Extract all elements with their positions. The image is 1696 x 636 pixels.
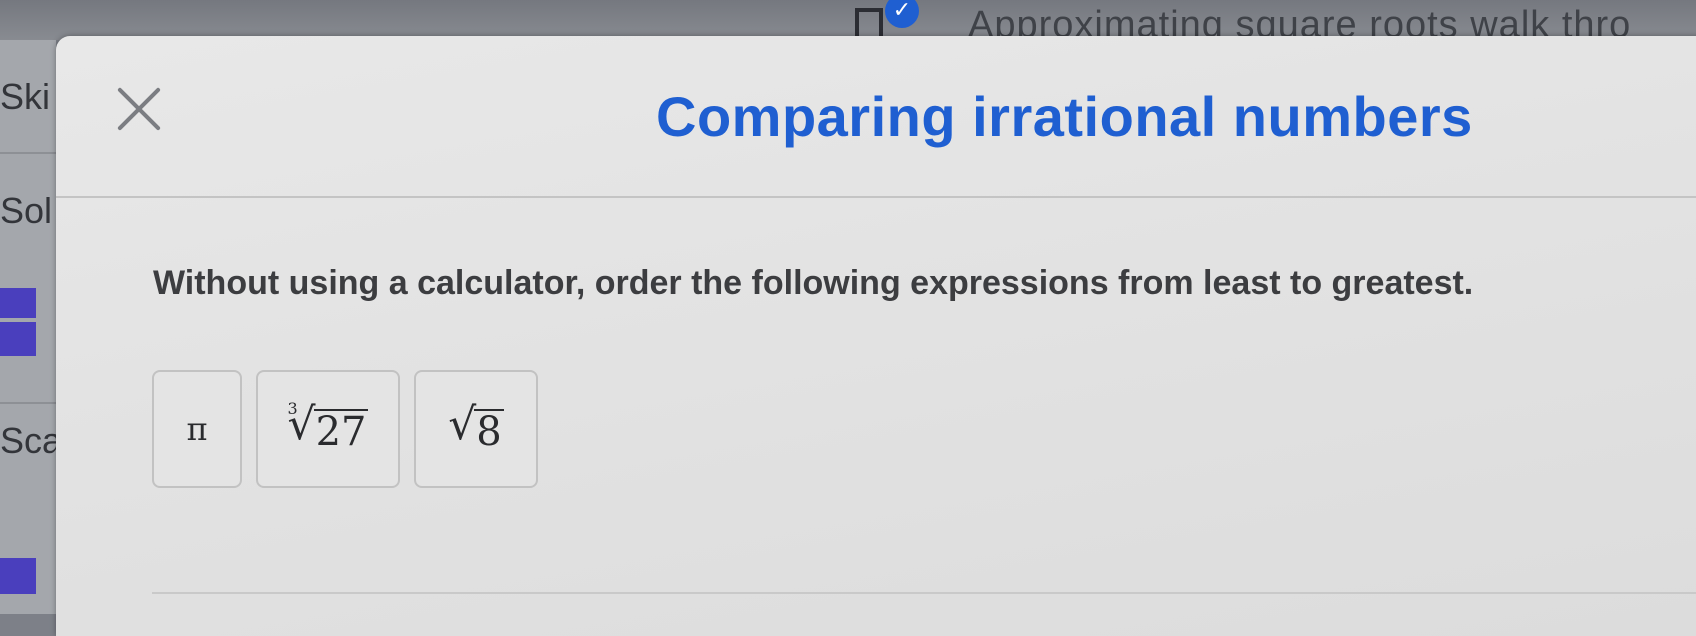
modal-title: Comparing irrational numbers bbox=[656, 85, 1473, 148]
background-sidebar: Ski Sol Sca bbox=[0, 40, 56, 614]
sidebar-label-skills[interactable]: Ski bbox=[0, 76, 56, 118]
sidebar-progress-bar bbox=[0, 322, 36, 356]
sidebar-divider bbox=[0, 152, 56, 154]
close-button[interactable] bbox=[116, 86, 162, 132]
square-root-expression: √ 8 bbox=[448, 399, 504, 455]
document-icon bbox=[855, 8, 883, 38]
cube-root-expression: 3 √ 27 bbox=[287, 399, 369, 455]
expression-tile-pi[interactable]: π bbox=[152, 370, 242, 488]
sidebar-label-solve[interactable]: Sol bbox=[0, 190, 56, 232]
expression-tile-cube-root[interactable]: 3 √ 27 bbox=[256, 370, 400, 488]
question-prompt: Without using a calculator, order the fo… bbox=[153, 264, 1474, 302]
radicand: 8 bbox=[474, 409, 504, 455]
expression-text: π bbox=[186, 410, 208, 448]
radical-sign-icon: √ bbox=[287, 399, 316, 450]
header-divider bbox=[56, 196, 1696, 198]
footer-divider bbox=[152, 592, 1696, 594]
radical-sign-icon: √ bbox=[448, 399, 477, 450]
sidebar-label-scale[interactable]: Sca bbox=[0, 420, 56, 462]
radicand: 27 bbox=[313, 409, 369, 455]
sidebar-progress-bar bbox=[0, 288, 36, 318]
sidebar-divider bbox=[0, 402, 56, 404]
expression-tile-square-root[interactable]: √ 8 bbox=[414, 370, 538, 488]
modal-dialog: Comparing irrational numbers Without usi… bbox=[56, 36, 1696, 636]
sidebar-progress-bar bbox=[0, 558, 36, 594]
